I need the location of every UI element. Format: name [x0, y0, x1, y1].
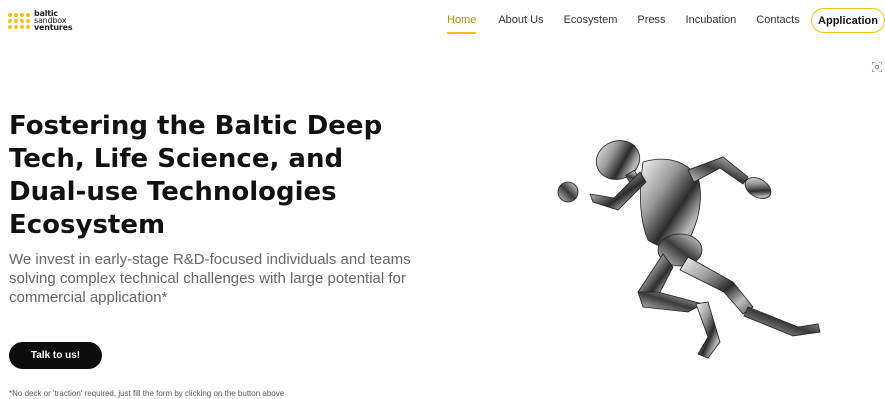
- main-nav: Home About Us Ecosystem Press Incubation…: [447, 14, 820, 34]
- logo-dots-icon: [8, 12, 30, 29]
- nav-about-us[interactable]: About Us: [498, 14, 543, 26]
- hero-headline: Fostering the Baltic Deep Tech, Life Sci…: [9, 111, 383, 240]
- logo-line-3: ventures: [34, 23, 73, 32]
- logo-text: baltic sandbox ventures: [34, 10, 73, 32]
- nav-press[interactable]: Press: [637, 14, 665, 26]
- talk-to-us-button[interactable]: Talk to us!: [9, 342, 102, 369]
- nav-home[interactable]: Home: [447, 14, 477, 34]
- nav-ecosystem[interactable]: Ecosystem: [564, 14, 618, 26]
- application-button[interactable]: Application: [811, 8, 885, 33]
- hero-subheadline: We invest in early-stage R&D-focused ind…: [9, 251, 411, 306]
- scan-icon[interactable]: [872, 62, 882, 72]
- logo[interactable]: baltic sandbox ventures: [8, 10, 73, 32]
- nav-incubation[interactable]: Incubation: [686, 14, 737, 26]
- hero-footnote: *No deck or 'traction' required, just fi…: [9, 389, 285, 398]
- running-robot-image: [557, 140, 821, 359]
- nav-contacts[interactable]: Contacts: [756, 14, 799, 26]
